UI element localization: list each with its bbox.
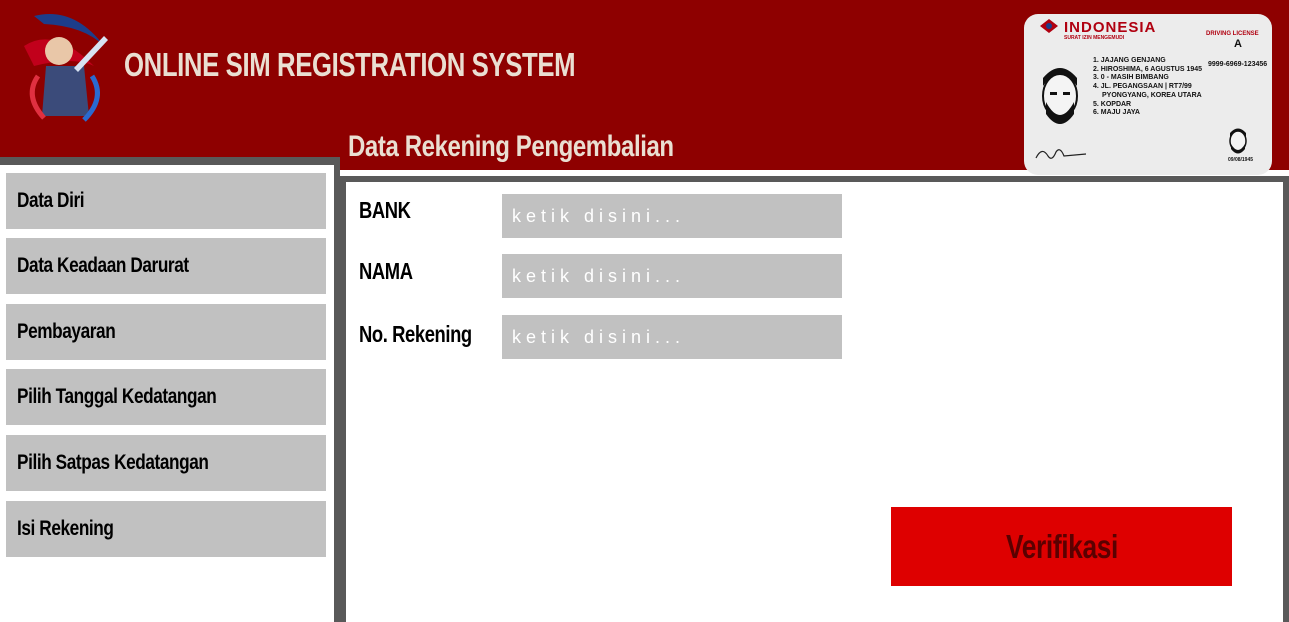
portrait-icon xyxy=(1042,68,1078,124)
sidebar-item-pembayaran[interactable]: Pembayaran xyxy=(6,304,326,360)
bank-input[interactable] xyxy=(502,194,842,238)
sidebar-item-label: Data Keadaan Darurat xyxy=(17,254,189,277)
sidebar-item-label: Pilih Tanggal Kedatangan xyxy=(17,385,217,408)
nama-input[interactable] xyxy=(502,254,842,298)
card-line: 6. MAJU JAYA xyxy=(1093,109,1140,117)
archer-logo-icon xyxy=(24,14,108,122)
sidebar-item-label: Isi Rekening xyxy=(17,517,114,540)
sidebar-item-data-keadaan-darurat[interactable]: Data Keadaan Darurat xyxy=(6,238,326,294)
sidebar-item-label: Data Diri xyxy=(17,189,85,212)
card-date: 09/08/1945 xyxy=(1228,157,1254,163)
driving-license-card: INDONESIA SURAT IZIN MENGEMUDI DRIVING L… xyxy=(1024,14,1272,175)
bank-label: BANK xyxy=(359,197,411,223)
card-details: 1. JAJANG GENJANG 2. HIROSHIMA, 6 AGUSTU… xyxy=(1093,57,1202,118)
app-title: ONLINE SIM REGISTRATION SYSTEM xyxy=(124,46,576,83)
card-class: A xyxy=(1234,38,1242,50)
app-header: ONLINE SIM REGISTRATION SYSTEM Data Reke… xyxy=(0,0,1289,175)
signature-icon xyxy=(1035,149,1087,159)
verify-button-label: Verifikasi xyxy=(1005,527,1118,565)
sidebar-item-label: Pilih Satpas Kedatangan xyxy=(17,451,209,474)
portrait-small-icon xyxy=(1229,128,1247,154)
card-subtitle: SURAT IZIN MENGEMUDI xyxy=(1064,35,1125,41)
card-line: 3. 0 - MASIH BIMBANG xyxy=(1093,74,1169,82)
card-line: 5. KOPDAR xyxy=(1093,100,1132,108)
card-license-label: DRIVING LICENSE xyxy=(1206,31,1259,37)
page-title: Data Rekening Pengembalian xyxy=(348,130,674,163)
card-country: INDONESIA xyxy=(1064,19,1157,36)
sidebar-item-pilih-tanggal-kedatangan[interactable]: Pilih Tanggal Kedatangan xyxy=(6,369,326,425)
sidebar-item-label: Pembayaran xyxy=(17,320,116,343)
sidebar-item-pilih-satpas-kedatangan[interactable]: Pilih Satpas Kedatangan xyxy=(6,435,326,491)
card-line: PYONGYANG, KOREA UTARA xyxy=(1102,91,1202,99)
sidebar-item-isi-rekening[interactable]: Isi Rekening xyxy=(6,501,326,557)
card-line: 1. JAJANG GENJANG xyxy=(1093,57,1166,64)
sidebar-item-data-diri[interactable]: Data Diri xyxy=(6,173,326,229)
nama-label: NAMA xyxy=(359,258,413,284)
verify-button[interactable]: Verifikasi xyxy=(891,507,1232,586)
card-line: 4. JL. PEGANGSAAN | RT7/99 xyxy=(1093,83,1192,91)
card-number: 9999-6969-123456 xyxy=(1208,61,1268,68)
no-rekening-label: No. Rekening xyxy=(359,321,472,347)
emblem-icon xyxy=(1040,19,1058,33)
card-line: 2. HIROSHIMA, 6 AGUSTUS 1945 xyxy=(1093,65,1203,73)
no-rekening-input[interactable] xyxy=(502,315,842,359)
